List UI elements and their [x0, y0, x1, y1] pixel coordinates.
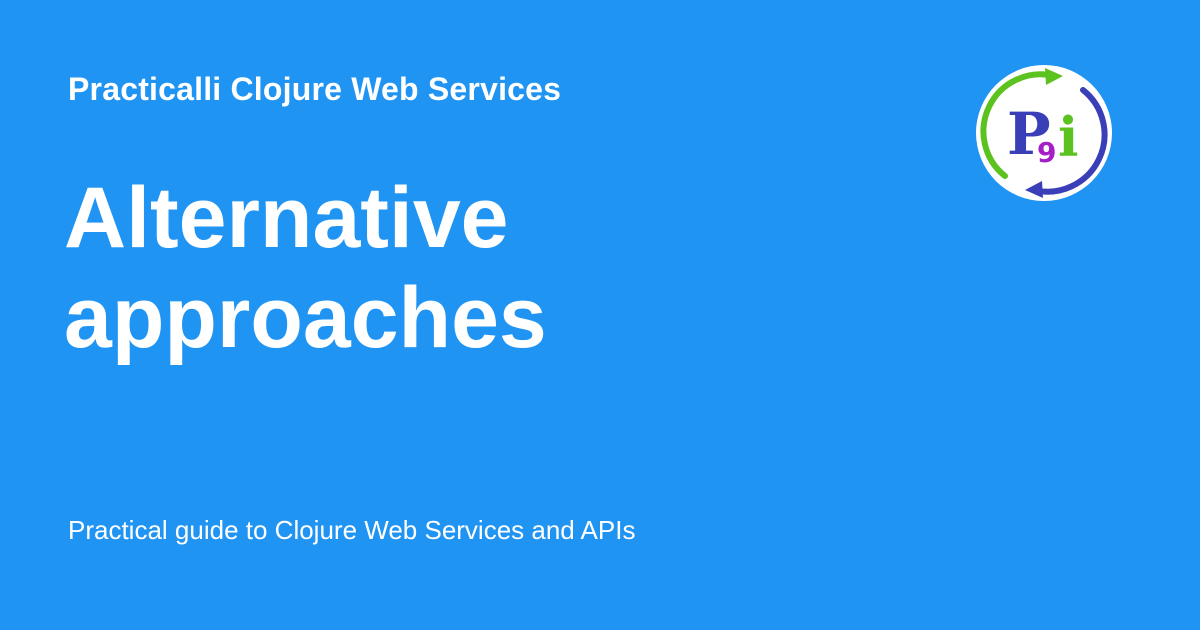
site-name: Practicalli Clojure Web Services: [68, 71, 562, 107]
logo-letter-9: 9: [1037, 136, 1056, 169]
practicalli-logo-icon: P 9 i: [976, 65, 1112, 201]
page-title: Alternative approaches: [64, 170, 547, 366]
logo-letter-i: i: [1058, 105, 1079, 169]
page-description: Practical guide to Clojure Web Services …: [68, 515, 636, 545]
